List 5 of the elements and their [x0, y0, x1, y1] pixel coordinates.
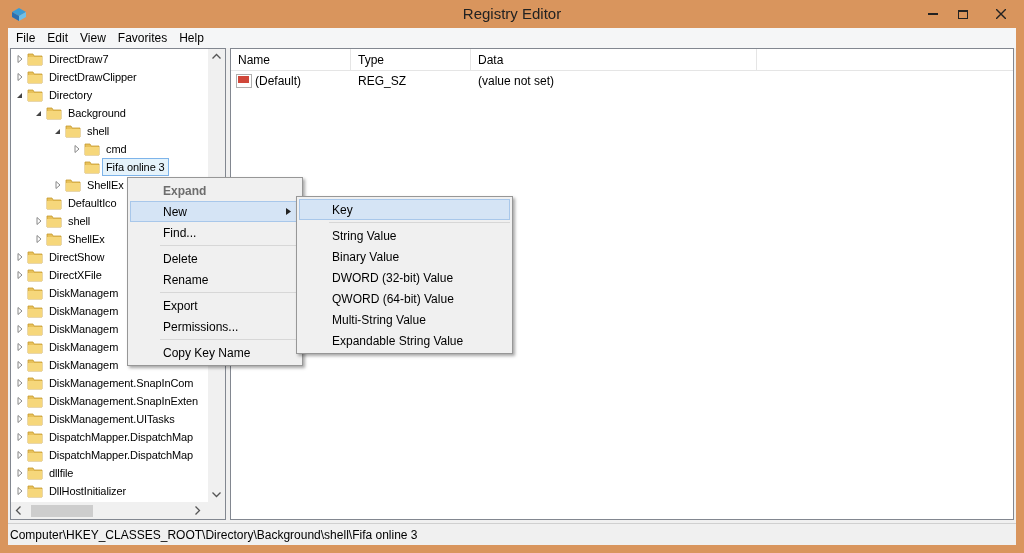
- window-title: Registry Editor: [462, 3, 562, 24]
- table-cell-text: (value not set): [477, 73, 556, 90]
- table-cell-text: REG_SZ: [357, 73, 407, 90]
- status-bar: Computer\HKEY_CLASSES_ROOT\Directory\Background\shell\Fifa online 3: [8, 523, 1016, 545]
- table-cell-text: (Default): [255, 73, 301, 90]
